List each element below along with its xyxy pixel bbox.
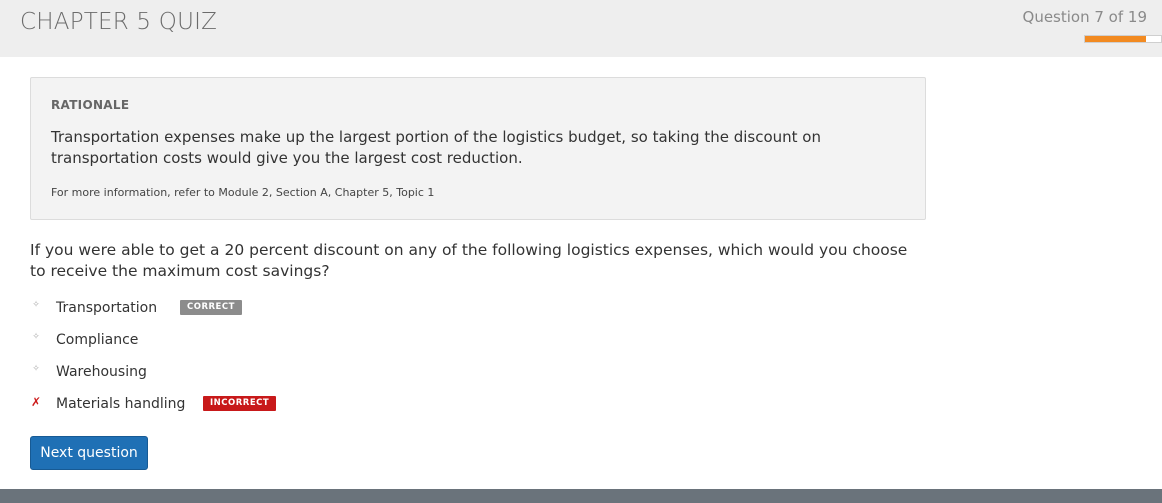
rationale-reference: For more information, refer to Module 2,… — [51, 186, 435, 199]
question-counter: Question 7 of 19 — [1022, 8, 1147, 26]
incorrect-x-icon: ✗ — [30, 395, 42, 409]
bullet-icon: ✧ — [32, 364, 40, 374]
rationale-heading: RATIONALE — [51, 98, 130, 112]
answer-label: Compliance — [56, 332, 139, 348]
progress-bar-fill — [1085, 36, 1146, 42]
bullet-icon: ✧ — [32, 332, 40, 342]
next-question-button[interactable]: Next question — [30, 436, 148, 470]
bullet-icon: ✧ — [32, 300, 40, 310]
answer-label: Warehousing — [56, 364, 147, 380]
footer-bar — [0, 489, 1162, 503]
quiz-header: CHAPTER 5 QUIZ Question 7 of 19 — [0, 0, 1162, 57]
quiz-title: CHAPTER 5 QUIZ — [20, 9, 218, 35]
answer-label: Materials handling — [56, 396, 186, 412]
incorrect-badge: INCORRECT — [203, 396, 277, 411]
answer-label: Transportation — [56, 300, 158, 316]
rationale-text: Transportation expenses make up the larg… — [51, 128, 821, 167]
progress-bar — [1084, 35, 1162, 43]
correct-badge: CORRECT — [180, 300, 242, 315]
rationale-panel: RATIONALE Transportation expenses make u… — [30, 77, 926, 220]
question-text: If you were able to get a 20 percent dis… — [30, 241, 908, 280]
